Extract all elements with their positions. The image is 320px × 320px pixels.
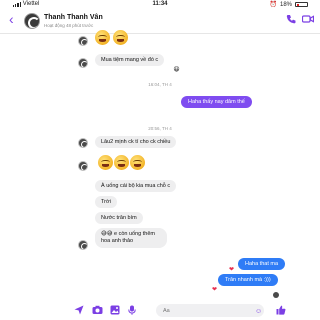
image-icon[interactable] xyxy=(110,305,120,318)
sender-avatar xyxy=(78,161,88,171)
reaction-laugh-icon[interactable]: 😆 xyxy=(172,66,181,75)
incoming-message[interactable]: 😅😅 e còn uống thêm hoa anh thảo xyxy=(95,228,167,248)
laughing-emoji-icon xyxy=(98,155,113,170)
seen-avatar xyxy=(273,292,279,298)
outgoing-message[interactable]: Haha that ma xyxy=(238,258,286,270)
compose-bar: ☺ xyxy=(0,302,320,320)
contact-name[interactable]: Thanh Thanh Vân xyxy=(44,14,103,21)
laughing-emoji-icon xyxy=(130,155,145,170)
battery-percent: 18% xyxy=(279,1,292,8)
timestamp: 20:56, TH 4 xyxy=(148,126,172,131)
status-right: ⏰ 18% xyxy=(269,1,308,8)
sender-avatar xyxy=(78,58,88,68)
alarm-icon: ⏰ xyxy=(269,2,277,8)
sender-avatar xyxy=(78,138,88,148)
back-button[interactable]: ‹ xyxy=(9,12,14,26)
thumbs-up-icon[interactable] xyxy=(276,305,286,318)
reaction-heart-icon[interactable]: ❤ xyxy=(210,286,219,295)
battery-icon xyxy=(295,2,308,7)
microphone-icon[interactable] xyxy=(128,305,136,318)
emoji-icon[interactable]: ☺ xyxy=(255,307,262,317)
laughing-emoji-icon xyxy=(95,30,110,45)
chat-header: ‹ Thanh Thanh Vân Hoạt động 48 phút trướ… xyxy=(0,10,320,34)
incoming-message[interactable]: Mua tiệm mang về đó c xyxy=(95,54,165,66)
contact-avatar[interactable] xyxy=(24,13,40,29)
send-icon[interactable] xyxy=(74,305,84,318)
incoming-message[interactable]: Trời xyxy=(95,196,117,208)
incoming-message[interactable]: Nước trân bím xyxy=(95,212,143,224)
outgoing-message[interactable]: Trân nhanh mà :))) xyxy=(218,274,278,286)
timestamp: 16:04, TH 4 xyxy=(148,82,172,87)
status-bar: Viettel 11:34 ⏰ 18% xyxy=(0,0,320,10)
incoming-message[interactable]: Lâu2 mịnh ck tí cho ck chiều xyxy=(95,136,177,148)
contact-status: Hoạt động 48 phút trước xyxy=(44,23,94,28)
message-input[interactable] xyxy=(156,304,264,317)
camera-icon[interactable] xyxy=(92,305,103,318)
laughing-emoji-icon xyxy=(114,155,129,170)
laughing-emoji-icon xyxy=(113,30,128,45)
sender-avatar xyxy=(78,240,88,250)
phone-icon[interactable] xyxy=(286,14,296,27)
sender-avatar xyxy=(78,36,88,46)
incoming-message[interactable]: À uống cái bộ kia mua chỗ c xyxy=(95,180,177,192)
video-camera-icon[interactable] xyxy=(301,14,315,27)
outgoing-message[interactable]: Haha thấy nay dâm thế xyxy=(181,96,252,108)
